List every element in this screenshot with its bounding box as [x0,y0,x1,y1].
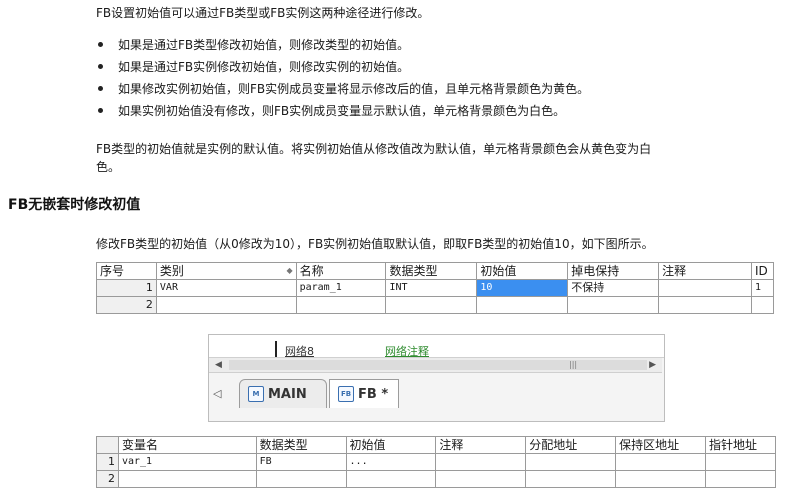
cell-assigned-address[interactable] [525,453,617,471]
row-index: 2 [96,470,119,488]
scroll-left-icon[interactable]: ◀ [215,358,222,372]
intro-text: FB设置初始值可以通过FB类型或FB实例这两种途径进行修改。 [96,6,430,20]
cell-pointer-address[interactable] [704,453,777,471]
cell-id[interactable] [750,296,775,314]
cell-assigned-address[interactable] [525,470,617,488]
cell-retain-address[interactable] [615,470,706,488]
header-data-type[interactable]: 数据类型 [385,262,478,280]
list-item: 如果是通过FB类型修改初始值，则修改类型的初始值。 [96,34,589,56]
header-category[interactable]: 类别 ◆ [155,262,297,280]
fb-instance-variable-table: 变量名 数据类型 初始值 注释 分配地址 保持区地址 指针地址 1 var_1 … [96,436,777,488]
note-line-1: FB类型的初始值就是实例的默认值。将实例初始值从修改值改为默认值，单元格背景颜色… [96,142,652,156]
bullet-icon [98,108,103,113]
header-comment[interactable]: 注释 [435,436,527,454]
tab-fb[interactable]: FB FB * [329,379,399,408]
cell-variable-name[interactable] [117,470,257,488]
power-rail [275,341,277,357]
description-text: 修改FB类型的初始值（从0修改为10），FB实例初始值取默认值，即取FB类型的初… [96,237,654,251]
cell-retain[interactable]: 不保持 [567,279,660,297]
network-label: 网络8 [285,345,314,358]
header-initial-value[interactable]: 初始值 [476,262,569,280]
bullet-icon [98,86,103,91]
cell-category[interactable]: VAR [155,279,297,297]
header-index[interactable]: 序号 [96,262,157,280]
cell-retain[interactable] [567,296,660,314]
cell-name[interactable] [295,296,387,314]
list-item: 如果实例初始值没有修改，则FB实例成员变量显示默认值，单元格背景颜色为白色。 [96,100,589,122]
bullet-icon [98,64,103,69]
cell-variable-name[interactable]: var_1 [117,453,257,471]
cell-pointer-address[interactable] [704,470,777,488]
cell-data-type[interactable] [255,470,347,488]
horizontal-scrollbar[interactable]: ◀ ||| ▶ [209,358,662,373]
cell-comment[interactable] [435,470,527,488]
table-row[interactable]: 1 VAR param_1 INT 10 不保持 1 [96,279,775,297]
grip-icon: ||| [569,360,578,369]
tab-main[interactable]: M MAIN [239,379,327,408]
cell-data-type[interactable]: INT [385,279,478,297]
bullet-icon [98,42,103,47]
fb-icon: FB [338,386,354,402]
scroll-right-icon[interactable]: ▶ [649,358,656,372]
editor-tab-screenshot: 网络8 网络注释 ◀ ||| ▶ ◁ M MAIN FB FB * [208,334,665,422]
header-index [96,436,119,454]
table-row[interactable]: 2 [96,470,777,488]
program-icon: M [248,386,264,402]
header-retain-address[interactable]: 保持区地址 [615,436,706,454]
sort-icon[interactable]: ◆ [286,264,292,279]
cell-name[interactable]: param_1 [295,279,387,297]
cell-comment[interactable] [435,453,527,471]
cell-initial-value[interactable] [345,470,437,488]
section-heading: FB无嵌套时修改初值 [8,197,141,213]
header-assigned-address[interactable]: 分配地址 [525,436,617,454]
cell-id[interactable]: 1 [750,279,775,297]
list-item: 如果修改实例初始值，则FB实例成员变量将显示修改后的值，且单元格背景颜色为黄色。 [96,78,589,100]
fb-type-variable-table: 序号 类别 ◆ 名称 数据类型 初始值 掉电保持 注释 ID 1 VAR para… [96,262,775,314]
network-comment[interactable]: 网络注释 [385,343,429,359]
header-pointer-address[interactable]: 指针地址 [704,436,777,454]
cell-initial-value-selected[interactable]: 10 [476,279,569,297]
cell-data-type[interactable] [385,296,478,314]
cell-retain-address[interactable] [615,453,706,471]
table-row[interactable]: 1 var_1 FB ... [96,453,777,471]
header-id[interactable]: ID [750,262,775,280]
table-header-row: 变量名 数据类型 初始值 注释 分配地址 保持区地址 指针地址 [96,436,777,454]
table-row[interactable]: 2 [96,296,775,314]
row-index: 1 [96,279,157,297]
row-index: 2 [96,296,157,314]
cell-comment[interactable] [658,296,752,314]
scrollbar-thumb[interactable] [229,360,647,370]
header-comment[interactable]: 注释 [658,262,752,280]
header-name[interactable]: 名称 [295,262,387,280]
list-item: 如果是通过FB实例修改初始值，则修改实例的初始值。 [96,56,589,78]
header-data-type[interactable]: 数据类型 [255,436,347,454]
note-line-2: 色。 [96,160,121,174]
row-index: 1 [96,453,119,471]
cell-category[interactable] [155,296,297,314]
header-retain[interactable]: 掉电保持 [567,262,660,280]
header-variable-name[interactable]: 变量名 [117,436,257,454]
tab-nav-left-icon[interactable]: ◁ [213,387,221,400]
cell-data-type[interactable]: FB [255,453,347,471]
tab-bar: ◁ M MAIN FB FB * [209,373,664,421]
cell-initial-value[interactable] [476,296,569,314]
cell-initial-value-expand[interactable]: ... [345,453,437,471]
table-header-row: 序号 类别 ◆ 名称 数据类型 初始值 掉电保持 注释 ID [96,262,775,280]
ladder-editor-area[interactable]: 网络8 网络注释 [209,335,664,358]
header-initial-value[interactable]: 初始值 [345,436,437,454]
bullet-list: 如果是通过FB类型修改初始值，则修改类型的初始值。 如果是通过FB实例修改初始值… [96,34,589,122]
cell-comment[interactable] [658,279,752,297]
